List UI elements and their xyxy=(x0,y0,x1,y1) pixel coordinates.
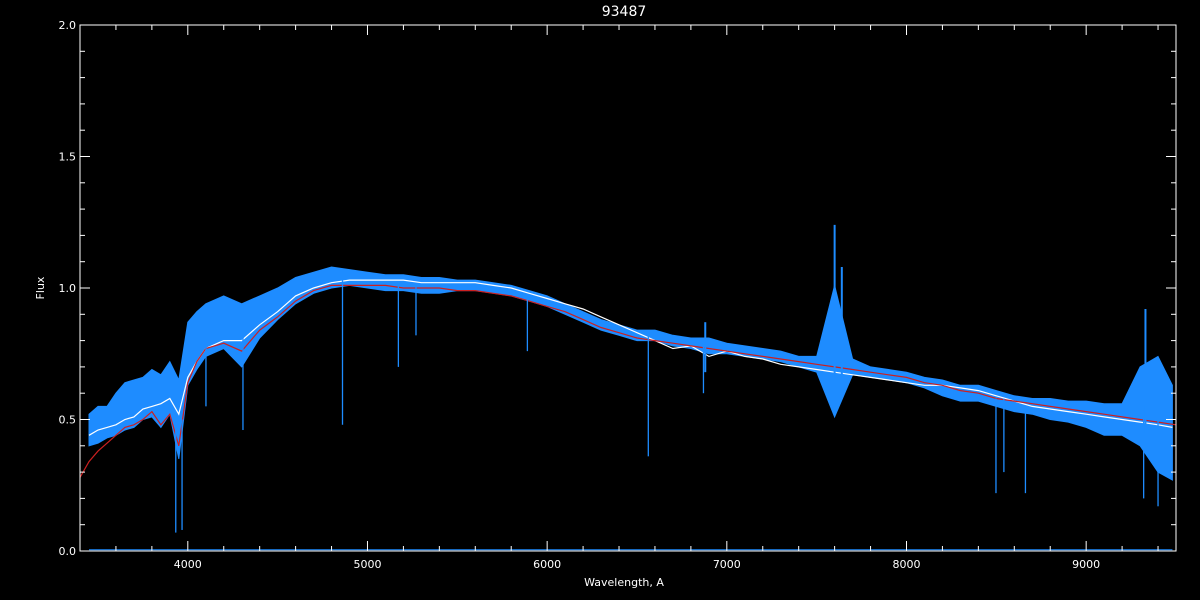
x-tick-label: 9000 xyxy=(1072,558,1100,571)
axes-frame xyxy=(79,24,1177,552)
y-axis-label: Flux xyxy=(34,276,47,299)
axes: 4000 5000 6000 7000 8000 9000 0.0 0.5 1.0 1.5 2.0 xyxy=(59,19,1177,571)
x-tick-label: 4000 xyxy=(174,558,202,571)
y-tick-label: 2.0 xyxy=(59,19,77,32)
y-tick-label: 1.5 xyxy=(59,151,77,164)
x-tick-label: 8000 xyxy=(892,558,920,571)
observed-error-band xyxy=(88,266,1173,481)
y-tick-label: 0.0 xyxy=(59,545,77,558)
x-tick-label: 5000 xyxy=(353,558,381,571)
x-tick-label: 7000 xyxy=(713,558,741,571)
x-axis-label: Wavelength, A xyxy=(584,576,664,589)
y-tick-label: 0.5 xyxy=(59,414,77,427)
spectrum-chart: 93487 Wavelength, A Flux 4000 5000 6000 700… xyxy=(34,4,1177,589)
y-tick-label: 1.0 xyxy=(59,282,77,295)
chart-title: 93487 xyxy=(602,4,647,20)
plot-area xyxy=(80,224,1176,551)
x-tick-label: 6000 xyxy=(533,558,561,571)
